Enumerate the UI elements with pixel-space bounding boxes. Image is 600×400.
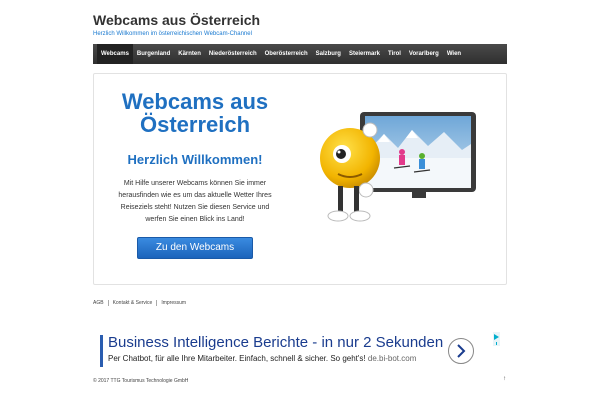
ad-url[interactable]: de.bi-bot.com: [368, 354, 416, 363]
nav-item-niederoesterreich[interactable]: Niederösterreich: [205, 44, 261, 64]
footer-link-agb[interactable]: AGB: [93, 300, 109, 306]
footer-link-kontakt[interactable]: Kontakt & Service: [109, 300, 158, 306]
footer-links: AGB Kontakt & Service Impressum: [93, 300, 190, 306]
nav-item-kaernten[interactable]: Kärnten: [174, 44, 205, 64]
site-title[interactable]: Webcams aus Österreich: [93, 12, 260, 28]
main-nav: Webcams Burgenland Kärnten Niederösterre…: [93, 44, 507, 64]
ad-choices-icon[interactable]: [493, 332, 500, 346]
site-tagline: Herzlich Willkommen im österreichischen …: [93, 31, 252, 37]
ad-description: Per Chatbot, für alle Ihre Mitarbeiter. …: [108, 354, 366, 363]
mascot-ski-illustration: [320, 112, 476, 222]
ad-banner[interactable]: Business Intelligence Berichte - in nur …: [100, 332, 500, 369]
nav-item-tirol[interactable]: Tirol: [384, 44, 405, 64]
hero-text: Mit Hilfe unserer Webcams können Sie imm…: [118, 180, 272, 223]
nav-item-wien[interactable]: Wien: [443, 44, 465, 64]
footer-link-impressum[interactable]: Impressum: [157, 300, 190, 306]
nav-item-webcams[interactable]: Webcams: [97, 44, 133, 64]
ad-text: Per Chatbot, für alle Ihre Mitarbeiter. …: [108, 354, 416, 363]
ad-title[interactable]: Business Intelligence Berichte - in nur …: [108, 334, 452, 351]
nav-item-salzburg[interactable]: Salzburg: [312, 44, 345, 64]
hero-subheading: Herzlich Willkommen!: [127, 152, 263, 167]
nav-item-steiermark[interactable]: Steiermark: [345, 44, 384, 64]
nav-item-oberoesterreich[interactable]: Oberösterreich: [261, 44, 312, 64]
nav-item-vorarlberg[interactable]: Vorarlberg: [405, 44, 443, 64]
chevron-right-icon[interactable]: [448, 338, 474, 364]
back-to-top-icon[interactable]: ↑: [503, 376, 506, 382]
copyright-text: © 2017 TTG Tourismus Technologie GmbH: [93, 378, 189, 384]
hero-panel: Webcams aus Österreich Herzlich Willkomm…: [93, 73, 507, 285]
nav-item-burgenland[interactable]: Burgenland: [133, 44, 174, 64]
hero-heading: Webcams aus Österreich: [121, 89, 269, 137]
to-webcams-button[interactable]: Zu den Webcams: [137, 237, 253, 259]
ad-accent-bar: [100, 335, 103, 367]
